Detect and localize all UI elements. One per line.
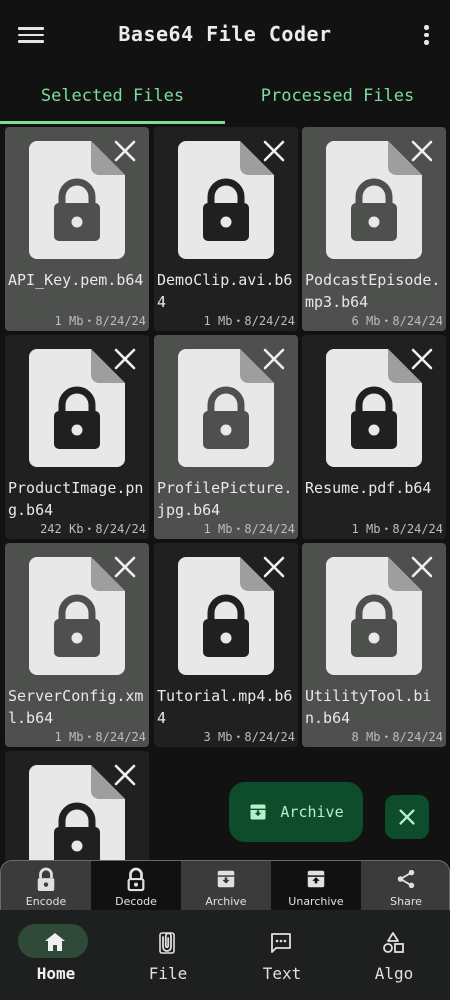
file-meta: 1 Mb・8/24/24 — [54, 314, 146, 328]
nav-file-label: File — [148, 964, 188, 983]
file-name: ProfilePicture.jpg.b64 — [157, 479, 293, 519]
locked-file-icon — [326, 349, 422, 467]
file-tile[interactable]: API_Key.pem.b64 1 Mb・8/24/24 — [5, 127, 149, 331]
file-name: PodcastEpisode.mp3.b64 — [305, 271, 441, 311]
lock-icon — [37, 867, 55, 891]
remove-file-icon[interactable] — [113, 555, 137, 579]
more-options-icon[interactable] — [424, 25, 430, 45]
home-icon — [45, 933, 65, 951]
locked-file-icon — [29, 349, 125, 467]
unarchive-label: Unarchive — [288, 895, 344, 908]
nav-algo[interactable]: Algo — [338, 910, 450, 1000]
unarchive-button[interactable]: Unarchive — [271, 861, 361, 910]
share-icon — [397, 869, 415, 889]
file-meta: 3 Mb・8/24/24 — [203, 730, 295, 744]
locked-file-icon — [326, 141, 422, 259]
file-grid: API_Key.pem.b64 1 Mb・8/24/24 DemoClip.avi.… — [0, 124, 450, 860]
file-tile[interactable]: UtilityTool.bin.b64 8 Mb・8/24/24 — [302, 543, 446, 747]
file-meta: 6 Mb・8/24/24 — [351, 314, 443, 328]
nav-algo-label: Algo — [374, 964, 414, 983]
file-tile[interactable] — [5, 751, 149, 860]
remove-file-icon[interactable] — [262, 139, 286, 163]
message-icon — [271, 933, 291, 953]
file-tile[interactable]: PodcastEpisode.mp3.b64 6 Mb・8/24/24 — [302, 127, 446, 331]
encode-button[interactable]: Encode — [1, 861, 91, 910]
remove-file-icon[interactable] — [262, 347, 286, 371]
tab-bar: Selected Files Processed Files — [0, 70, 450, 124]
file-name: ProductImage.png.b64 — [8, 479, 144, 519]
action-bar: Encode Decode Archive Unarchive Share — [0, 860, 450, 910]
file-tile[interactable]: ServerConfig.xml.b64 1 Mb・8/24/24 — [5, 543, 149, 747]
close-icon — [399, 809, 415, 825]
file-name: ServerConfig.xml.b64 — [8, 687, 144, 727]
bottom-navigation: Home File Text Algo — [0, 910, 450, 1000]
file-meta: 1 Mb・8/24/24 — [54, 730, 146, 744]
file-tile[interactable]: Resume.pdf.b64 1 Mb・8/24/24 — [302, 335, 446, 539]
file-tile[interactable]: ProductImage.png.b64 242 Kb・8/24/24 — [5, 335, 149, 539]
close-fab[interactable] — [385, 795, 429, 839]
nav-home-label: Home — [36, 964, 76, 983]
shapes-icon — [383, 932, 404, 953]
decode-button[interactable]: Decode — [91, 861, 181, 910]
archive-action-button[interactable]: Archive — [181, 861, 271, 910]
file-meta: 1 Mb・8/24/24 — [203, 522, 295, 536]
share-button[interactable]: Share — [361, 861, 449, 910]
attachment-file-icon — [159, 932, 175, 954]
file-tile[interactable]: Tutorial.mp4.b64 3 Mb・8/24/24 — [154, 543, 298, 747]
remove-file-icon[interactable] — [410, 139, 434, 163]
remove-file-icon[interactable] — [410, 555, 434, 579]
remove-file-icon[interactable] — [113, 763, 137, 787]
remove-file-icon[interactable] — [113, 139, 137, 163]
archive-action-label: Archive — [205, 895, 247, 908]
archive-icon — [250, 804, 266, 820]
encode-label: Encode — [25, 895, 67, 908]
archive-icon — [217, 870, 235, 888]
archive-fab[interactable]: Archive — [229, 782, 363, 842]
archive-fab-label: Archive — [280, 803, 344, 821]
tab-selected-files[interactable]: Selected Files — [0, 70, 225, 124]
unarchive-icon — [307, 870, 325, 888]
nav-text[interactable]: Text — [226, 910, 338, 1000]
decode-label: Decode — [115, 895, 157, 908]
nav-file[interactable]: File — [112, 910, 224, 1000]
file-tile[interactable]: ProfilePicture.jpg.b64 1 Mb・8/24/24 — [154, 335, 298, 539]
locked-file-icon — [178, 349, 274, 467]
remove-file-icon[interactable] — [113, 347, 137, 371]
file-name: Tutorial.mp4.b64 — [157, 687, 293, 727]
file-meta: 242 Kb・8/24/24 — [40, 522, 146, 536]
locked-file-icon — [29, 557, 125, 675]
file-name: UtilityTool.bin.b64 — [305, 687, 432, 727]
remove-file-icon[interactable] — [262, 555, 286, 579]
locked-file-icon — [178, 557, 274, 675]
tab-processed-files[interactable]: Processed Files — [225, 70, 450, 124]
nav-text-label: Text — [262, 964, 302, 983]
app-title: Base64 File Coder — [118, 22, 332, 46]
locked-file-icon — [178, 141, 274, 259]
file-meta: 8 Mb・8/24/24 — [351, 730, 443, 744]
locked-file-icon — [29, 765, 125, 860]
lock-outline-icon — [127, 867, 145, 892]
file-name: DemoClip.avi.b64 — [157, 271, 293, 311]
remove-file-icon[interactable] — [410, 347, 434, 371]
file-tile[interactable]: DemoClip.avi.b64 1 Mb・8/24/24 — [154, 127, 298, 331]
share-label: Share — [390, 895, 422, 908]
nav-home[interactable]: Home — [0, 910, 112, 1000]
file-name: Resume.pdf.b64 — [305, 479, 432, 497]
top-app-bar: Base64 File Coder — [0, 0, 450, 70]
file-meta: 1 Mb・8/24/24 — [203, 314, 295, 328]
file-name: API_Key.pem.b64 — [8, 271, 144, 289]
locked-file-icon — [326, 557, 422, 675]
file-meta: 1 Mb・8/24/24 — [351, 522, 443, 536]
locked-file-icon — [29, 141, 125, 259]
